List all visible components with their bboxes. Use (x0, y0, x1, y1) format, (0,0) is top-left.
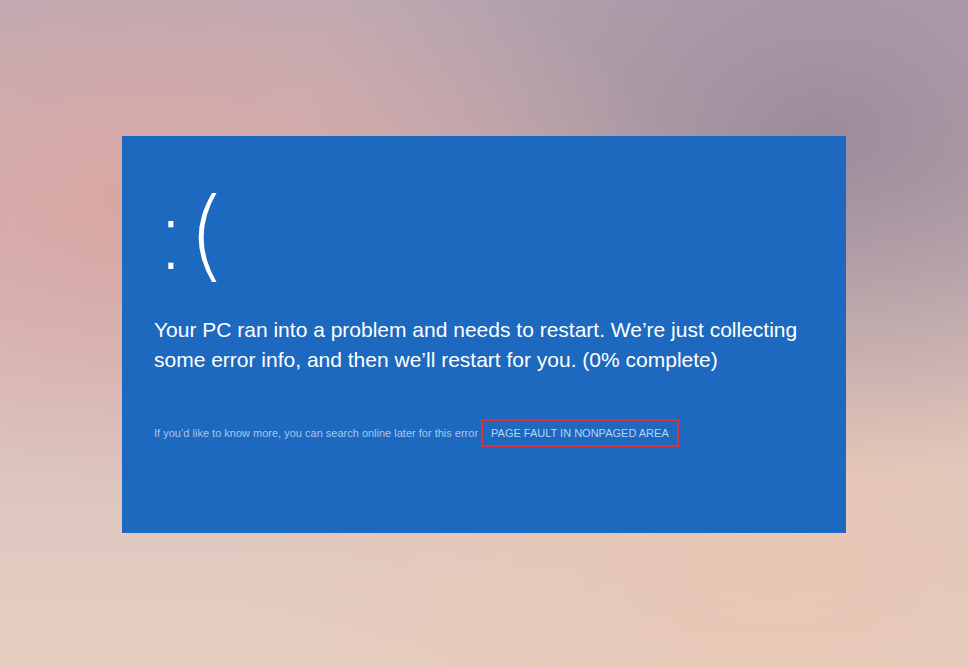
hint-text: If you’d like to know more, you can sear… (154, 425, 478, 441)
hint-row: If you’d like to know more, you can sear… (154, 419, 816, 447)
sky-background: :( Your PC ran into a problem and needs t… (0, 0, 968, 668)
error-code: PAGE FAULT IN NONPAGED AREA (481, 419, 679, 447)
sad-face: :( (154, 182, 816, 287)
error-message: Your PC ran into a problem and needs to … (154, 315, 816, 375)
blue-screen: :( Your PC ran into a problem and needs t… (122, 136, 846, 533)
